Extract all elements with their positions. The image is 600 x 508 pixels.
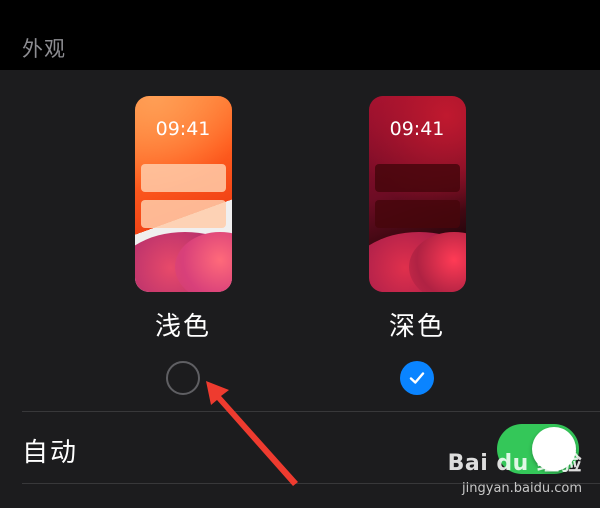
watermark-site: jingyan.baidu.com (462, 481, 582, 496)
watermark-logo: Bai du 经验 (447, 451, 582, 476)
light-mode-label: 浅色 (154, 312, 211, 342)
dark-mode-radio[interactable] (400, 361, 434, 395)
dark-mode-label: 深色 (388, 312, 445, 342)
preview-notification (140, 200, 226, 228)
section-title: 外观 (22, 37, 66, 61)
automatic-label: 自动 (22, 438, 79, 468)
preview-notification (374, 164, 460, 192)
section-header: 外观 (0, 0, 600, 70)
preview-time: 09:41 (389, 118, 445, 140)
light-mode-preview[interactable]: 09:41 (134, 96, 232, 292)
preview-time: 09:41 (155, 118, 211, 140)
watermark: Bai du 经验 jingyan.baidu.com (448, 445, 582, 496)
light-mode-radio[interactable] (166, 361, 200, 395)
appearance-panel: 09:41 浅色 09:41 深色 自动 (0, 70, 600, 508)
divider (22, 411, 600, 412)
checkmark-icon (409, 372, 425, 384)
dark-mode-option[interactable]: 09:41 深色 (337, 96, 497, 395)
dark-mode-preview[interactable]: 09:41 (368, 96, 466, 292)
preview-notification (140, 164, 226, 192)
preview-notification (374, 200, 460, 228)
light-mode-option[interactable]: 09:41 浅色 (103, 96, 263, 395)
